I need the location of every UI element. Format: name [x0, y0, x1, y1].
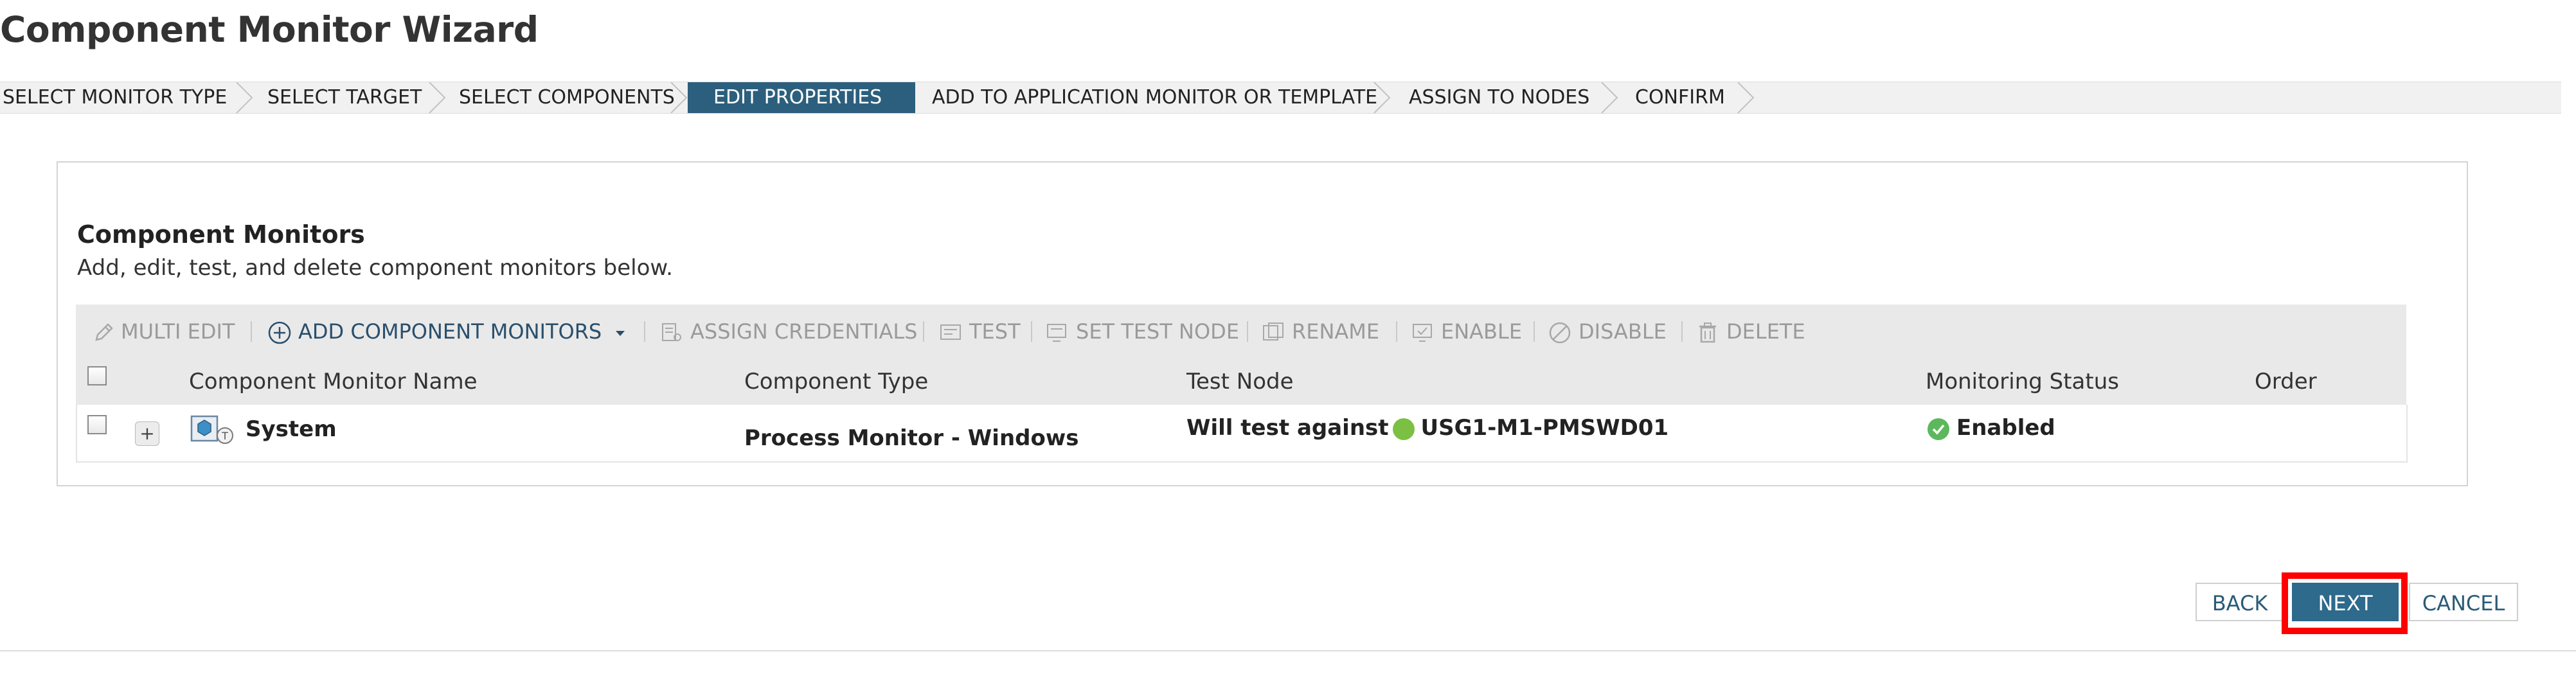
test-node-prefix: Will test against	[1186, 415, 1389, 441]
step-separator-icon	[429, 82, 446, 113]
disable-button[interactable]: DISABLE	[1548, 317, 1667, 346]
select-all-checkbox[interactable]	[87, 366, 107, 385]
back-button[interactable]: BACK	[2196, 583, 2284, 621]
multi-edit-label: MULTI EDIT	[121, 319, 235, 344]
assign-credentials-button[interactable]: ASSIGN CREDENTIALS	[659, 317, 917, 346]
toolbar-divider	[644, 321, 645, 342]
enable-label: ENABLE	[1441, 319, 1523, 344]
column-header-status[interactable]: Monitoring Status	[1926, 369, 2119, 394]
expand-row-button[interactable]: +	[135, 421, 159, 446]
footer-divider	[0, 650, 2576, 651]
toolbar-divider	[1031, 321, 1032, 342]
step-separator-icon	[236, 82, 253, 113]
column-header-name[interactable]: Component Monitor Name	[189, 369, 478, 394]
toolbar-divider	[923, 321, 924, 342]
rename-button[interactable]: RENAME	[1261, 317, 1379, 346]
step-select-monitor-type: SELECT MONITOR TYPE	[3, 86, 228, 109]
dropdown-caret-icon	[616, 331, 625, 336]
page-title: Component Monitor Wizard	[0, 9, 539, 50]
test-button[interactable]: TEST	[938, 317, 1021, 346]
rename-icon	[1263, 323, 1284, 341]
cancel-button[interactable]: CANCEL	[2409, 583, 2518, 621]
monitoring-status-cell: Enabled	[1927, 415, 2055, 441]
multi-edit-button[interactable]: MULTI EDIT	[93, 317, 235, 346]
test-node-icon	[1047, 324, 1066, 342]
disable-label: DISABLE	[1579, 319, 1667, 344]
row-checkbox[interactable]	[87, 415, 107, 434]
step-assign-to-nodes: ASSIGN TO NODES	[1409, 86, 1590, 109]
add-circle-icon	[268, 321, 291, 344]
toolbar-divider	[251, 321, 252, 342]
component-type: Process Monitor - Windows	[744, 425, 1079, 451]
step-separator-icon	[1373, 82, 1391, 113]
add-component-monitors-label: ADD COMPONENT MONITORS	[298, 319, 602, 344]
column-header-test-node[interactable]: Test Node	[1186, 369, 1294, 394]
set-test-node-button[interactable]: SET TEST NODE	[1045, 317, 1239, 346]
assign-credentials-label: ASSIGN CREDENTIALS	[690, 319, 918, 344]
step-select-target: SELECT TARGET	[267, 86, 422, 109]
test-label: TEST	[969, 319, 1021, 344]
pencil-icon	[95, 323, 113, 341]
component-monitor-name[interactable]: System	[246, 416, 337, 442]
toolbar-divider	[1247, 321, 1248, 342]
disable-circle-icon	[1549, 322, 1571, 344]
add-component-monitors-button[interactable]: ADD COMPONENT MONITORS	[267, 317, 627, 346]
step-separator-icon	[1737, 82, 1755, 113]
monitoring-status-text: Enabled	[1956, 415, 2055, 441]
step-edit-properties: EDIT PROPERTIES	[688, 82, 915, 113]
trash-icon	[1699, 323, 1716, 343]
set-test-node-label: SET TEST NODE	[1076, 319, 1240, 344]
node-status-up-icon	[1392, 418, 1415, 440]
test-icon	[940, 324, 961, 340]
delete-button[interactable]: DELETE	[1695, 317, 1805, 346]
enabled-check-icon	[1928, 418, 1949, 440]
column-header-order[interactable]: Order	[2255, 369, 2317, 394]
toolbar-divider	[1396, 321, 1397, 342]
rename-label: RENAME	[1292, 319, 1380, 344]
highlight-box	[2282, 572, 2408, 634]
step-confirm: CONFIRM	[1635, 86, 1725, 109]
component-monitor-icon: T	[190, 415, 233, 444]
test-node-cell: Will test against USG1-M1-PMSWD01	[1186, 415, 1668, 441]
test-node-name[interactable]: USG1-M1-PMSWD01	[1421, 415, 1669, 441]
column-header-type[interactable]: Component Type	[744, 369, 928, 394]
toolbar-divider	[1681, 321, 1683, 342]
section-title: Component Monitors	[77, 220, 365, 249]
toolbar-divider	[1534, 321, 1535, 342]
monitor-enable-icon	[1413, 324, 1432, 342]
enable-button[interactable]: ENABLE	[1410, 317, 1522, 346]
credentials-icon	[662, 323, 681, 341]
step-active-arrow-icon	[889, 82, 906, 113]
svg-text:T: T	[221, 430, 228, 442]
wizard-steps: SELECT MONITOR TYPE SELECT TARGET SELECT…	[0, 82, 2561, 114]
delete-label: DELETE	[1726, 319, 1805, 344]
step-select-components: SELECT COMPONENTS	[459, 86, 675, 109]
section-description: Add, edit, test, and delete component mo…	[77, 255, 673, 281]
step-add-to-application-monitor: ADD TO APPLICATION MONITOR OR TEMPLATE	[932, 86, 1378, 109]
step-separator-icon	[1601, 82, 1618, 113]
